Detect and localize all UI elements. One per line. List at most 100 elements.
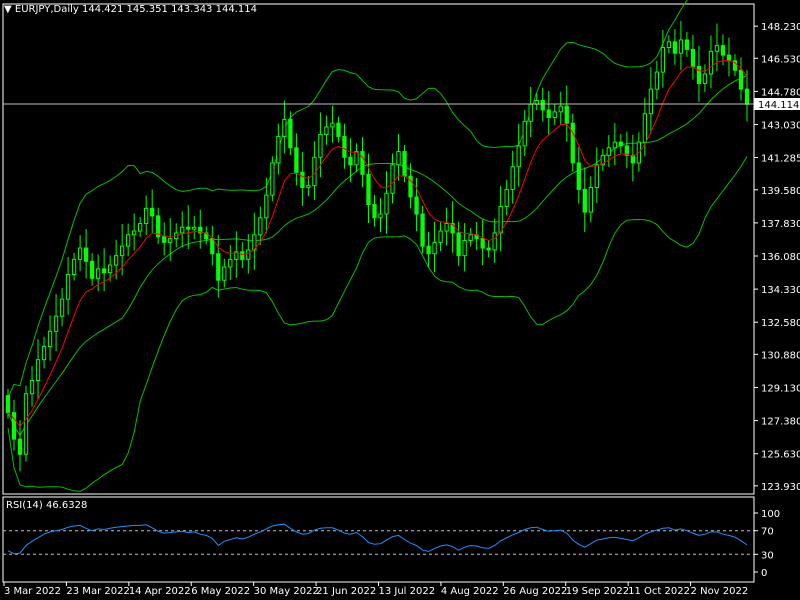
candle: [65, 274, 71, 300]
candle: [456, 232, 461, 257]
candle: [107, 264, 113, 274]
candle: [126, 234, 131, 247]
candle: [101, 268, 107, 274]
candle: [113, 255, 119, 266]
candle: [77, 247, 83, 260]
candle: [348, 156, 353, 166]
date-label: 13 Jul 2022: [378, 586, 435, 597]
candle: [654, 71, 660, 90]
price-tick-label: 136.080: [761, 252, 800, 263]
candle: [168, 238, 173, 243]
rsi-tick-label: 70: [761, 527, 774, 538]
candle: [528, 103, 533, 122]
candle: [306, 185, 311, 189]
price-tick-label: 127.380: [761, 417, 800, 428]
candle: [180, 226, 185, 234]
candle: [384, 192, 389, 215]
candle: [132, 230, 137, 236]
candle: [240, 251, 245, 260]
candle: [402, 151, 407, 177]
bollinger-middle: [7, 75, 748, 437]
date-label: 19 Sep 2022: [566, 586, 629, 597]
candle: [120, 245, 125, 257]
candle: [492, 232, 497, 251]
candle: [642, 113, 648, 143]
current-price-value: 144.114: [758, 100, 799, 111]
price-tick-label: 141.285: [761, 154, 800, 165]
candle: [588, 187, 593, 213]
candle: [582, 188, 587, 213]
collapse-triangle-icon[interactable]: ▼: [4, 4, 12, 15]
candle: [504, 188, 509, 207]
candle: [396, 151, 401, 166]
candle: [192, 226, 197, 230]
candle: [612, 141, 617, 149]
bollinger-upper: [7, 0, 688, 398]
candle: [546, 109, 551, 119]
price-tick-label: 146.530: [761, 54, 800, 65]
candle: [438, 230, 443, 243]
candle: [360, 151, 365, 175]
candle: [480, 238, 485, 249]
candle: [246, 249, 251, 260]
candle: [522, 120, 527, 147]
date-label: 23 Mar 2022: [66, 586, 129, 597]
candle: [390, 164, 395, 194]
price-tick-label: 132.580: [761, 318, 800, 329]
candle: [726, 54, 732, 62]
price-tick-label: 129.130: [761, 383, 800, 394]
candle: [594, 164, 599, 189]
price-tick-label: 125.630: [761, 450, 800, 461]
candle: [162, 236, 167, 243]
candle: [516, 145, 521, 168]
price-tick-label: 130.880: [761, 350, 800, 361]
candle: [228, 258, 233, 268]
candle: [23, 393, 29, 455]
candle: [41, 345, 47, 361]
symbol-info: EURJPY,Daily 144.421 145.351 143.343 144…: [14, 4, 257, 15]
candle: [696, 65, 702, 84]
candle: [366, 173, 371, 206]
date-label: 4 Aug 2022: [441, 586, 499, 597]
candle: [138, 222, 143, 232]
candle: [468, 234, 473, 241]
candle: [35, 359, 41, 381]
rsi-frame: [2, 496, 755, 583]
candle: [89, 260, 95, 279]
candle: [414, 196, 419, 215]
candle: [552, 111, 557, 119]
price-tick-label: 144.780: [761, 87, 800, 98]
date-label: 3 Mar 2022: [4, 586, 61, 597]
bollinger-lower: [7, 155, 748, 492]
price-tick-label: 143.030: [761, 121, 800, 132]
candle: [420, 213, 425, 247]
rsi-tick-label: 100: [761, 509, 780, 520]
date-label: 14 Apr 2022: [129, 586, 191, 597]
rsi-tick-label: 0: [761, 568, 767, 579]
candle: [83, 247, 89, 262]
candle: [11, 412, 17, 440]
candle: [666, 41, 672, 49]
price-chart[interactable]: 148.230 146.530 144.780 143.030 141.285 139.5…: [0, 0, 800, 600]
candle: [47, 330, 53, 347]
candle: [720, 45, 726, 56]
candle: [270, 162, 275, 196]
candle: [318, 134, 323, 158]
candle: [744, 88, 750, 105]
candle: [444, 222, 449, 232]
candle: [672, 41, 678, 54]
candle: [678, 39, 684, 54]
candle: [462, 239, 467, 257]
candle: [378, 213, 383, 219]
price-tick-label: 123.930: [761, 482, 800, 493]
candle: [264, 194, 269, 219]
candle: [282, 118, 287, 137]
date-label: 30 May 2022: [254, 586, 319, 597]
candle: [558, 105, 563, 113]
candle: [29, 379, 35, 395]
candle: [95, 268, 101, 279]
candle: [330, 122, 335, 128]
candle: [59, 298, 65, 317]
date-label: 11 Oct 2022: [628, 586, 690, 597]
moving-average-line: [7, 60, 748, 428]
